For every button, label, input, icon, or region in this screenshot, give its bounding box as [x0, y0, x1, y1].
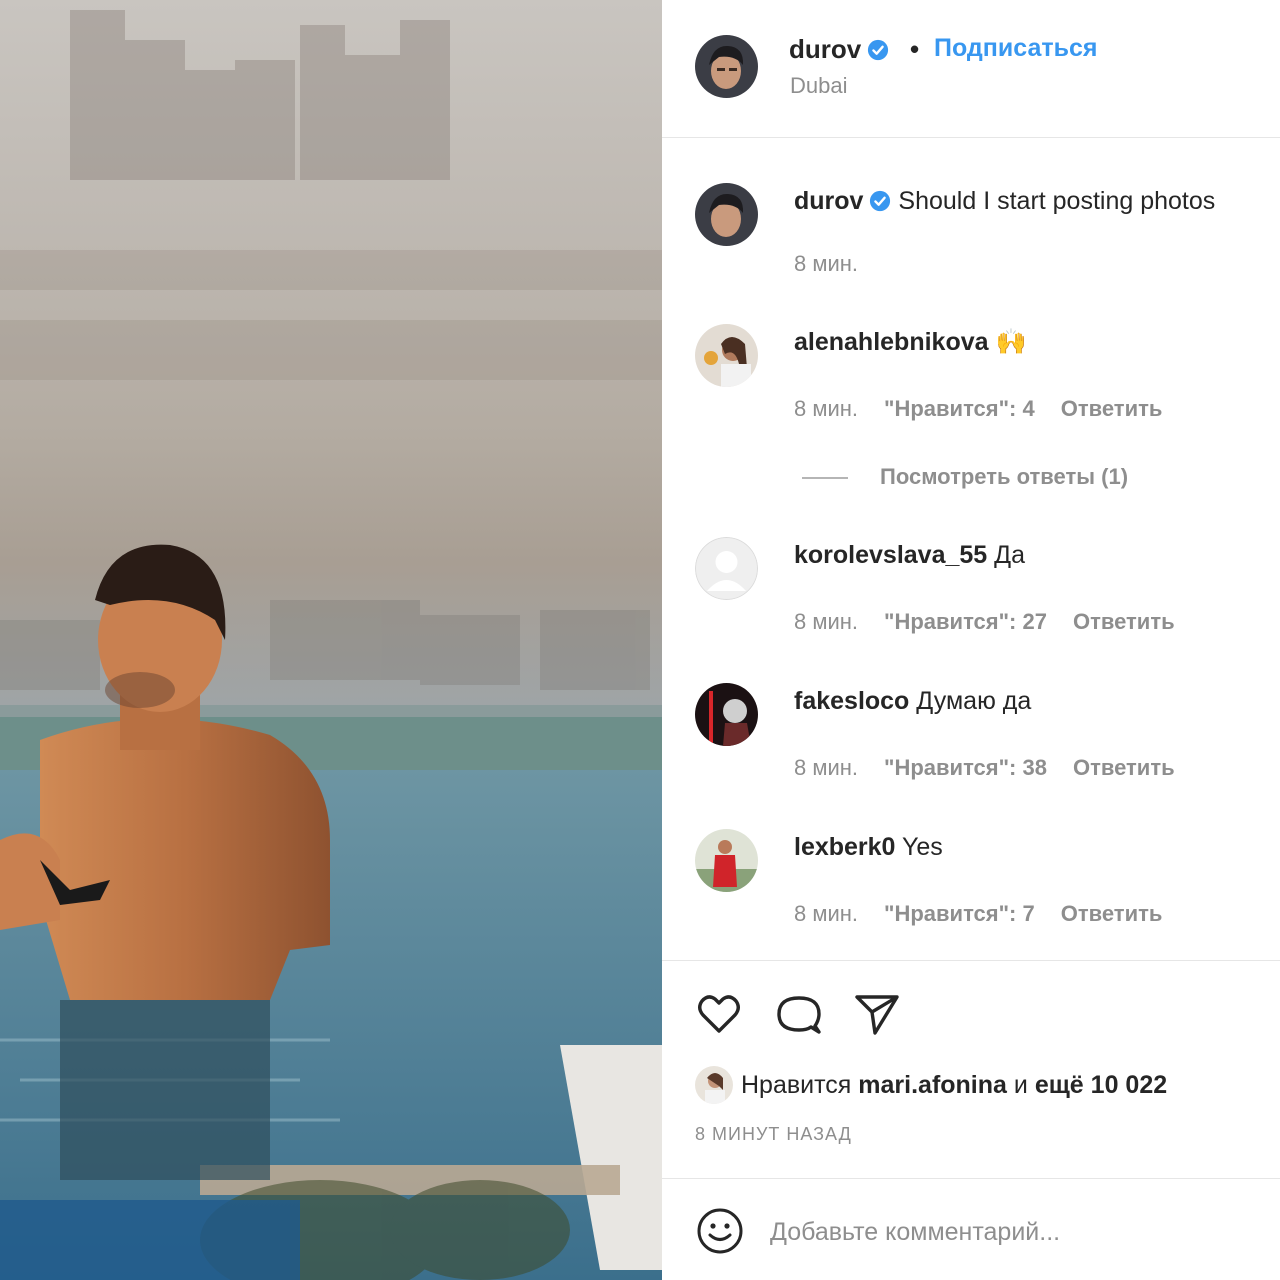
comment-icon[interactable] [775, 990, 823, 1038]
comment-time[interactable]: 8 мин. [794, 396, 858, 421]
comment-likes[interactable]: "Нравится": 4 [884, 396, 1035, 421]
separator-dot: • [910, 34, 920, 64]
reply-button[interactable]: Ответить [1061, 396, 1163, 421]
post-header: durov • Подписаться Dubai [662, 0, 1280, 138]
reply-button[interactable]: Ответить [1073, 755, 1175, 780]
comment-time[interactable]: 8 мин. [794, 901, 858, 926]
comment-text-line: korolevslava_55 Да [794, 541, 1025, 570]
commenter-avatar-default[interactable] [695, 537, 758, 600]
comment-text-line: alenahlebnikova 🙌 [794, 328, 1027, 357]
comment-meta: 8 мин. "Нравится": 4 Ответить [794, 396, 1188, 422]
reply-button[interactable]: Ответить [1073, 609, 1175, 634]
comment-likes[interactable]: "Нравится": 38 [884, 755, 1047, 780]
commenter-avatar[interactable] [695, 829, 758, 892]
comment-username[interactable]: fakesloco [794, 687, 909, 715]
comment-time[interactable]: 8 мин. [794, 609, 858, 634]
comment-meta: 8 мин. "Нравится": 27 Ответить [794, 609, 1201, 635]
view-replies-button[interactable]: Посмотреть ответы (1) [802, 464, 1128, 490]
heart-icon[interactable] [695, 990, 743, 1038]
comment-meta: 8 мин. "Нравится": 38 Ответить [794, 755, 1201, 781]
view-replies-label: Посмотреть ответы (1) [880, 464, 1129, 489]
comment-username[interactable]: korolevslava_55 [794, 541, 987, 569]
liker-username[interactable]: mari.afonina [858, 1071, 1007, 1099]
reply-button[interactable]: Ответить [1061, 901, 1163, 926]
pool-scene-image [0, 10, 662, 1280]
divider [662, 1178, 1280, 1179]
post-photo [0, 0, 662, 1280]
likes-count[interactable]: ещё 10 022 [1035, 1071, 1167, 1099]
commenter-avatar[interactable] [695, 683, 758, 746]
comment-likes[interactable]: "Нравится": 7 [884, 901, 1035, 926]
caption-time[interactable]: 8 мин. [794, 251, 858, 276]
caption-avatar[interactable] [695, 183, 758, 246]
likes-middle: и [1013, 1071, 1028, 1099]
likes-prefix: Нравится [741, 1071, 852, 1099]
verified-icon [870, 190, 891, 212]
author-username[interactable]: durov [789, 34, 889, 65]
commenter-avatar[interactable] [695, 324, 758, 387]
comment-username[interactable]: alenahlebnikova [794, 328, 989, 356]
emoji-icon[interactable] [695, 1206, 745, 1256]
comment-username[interactable]: lexberk0 [794, 833, 895, 861]
comment-time[interactable]: 8 мин. [794, 755, 858, 780]
likes-summary: Нравится mari.afonina и ещё 10 022 [695, 1066, 1167, 1104]
post-location[interactable]: Dubai [790, 73, 847, 99]
caption-meta: 8 мин. [794, 251, 884, 277]
follow-button[interactable]: Подписаться [934, 34, 1097, 63]
comment-text-line: lexberk0 Yes [794, 833, 943, 862]
caption-username[interactable]: durov [794, 187, 863, 215]
comment-meta: 8 мин. "Нравится": 7 Ответить [794, 901, 1188, 927]
comment-text: 🙌 [995, 328, 1027, 356]
post-timestamp[interactable]: 8 МИНУТ НАЗАД [695, 1124, 852, 1145]
divider [662, 960, 1280, 961]
replies-dash [802, 477, 848, 480]
comment-text: Да [994, 541, 1025, 569]
liker-avatar[interactable] [695, 1066, 733, 1104]
comment-text: Думаю да [916, 687, 1032, 715]
comment-text-line: fakesloco Думаю да [794, 687, 1031, 716]
verified-icon [868, 39, 889, 61]
author-avatar[interactable] [695, 35, 758, 98]
caption-text: Should I start posting photos [898, 187, 1216, 215]
share-icon[interactable] [853, 990, 901, 1038]
comment-text: Yes [901, 833, 943, 861]
comment-likes[interactable]: "Нравится": 27 [884, 609, 1047, 634]
comment-input[interactable] [770, 1210, 1250, 1254]
caption-text-line: durov Should I start posting photos [794, 187, 1215, 216]
post-detail-panel: durov • Подписаться Dubai durov Should I… [662, 0, 1280, 1280]
